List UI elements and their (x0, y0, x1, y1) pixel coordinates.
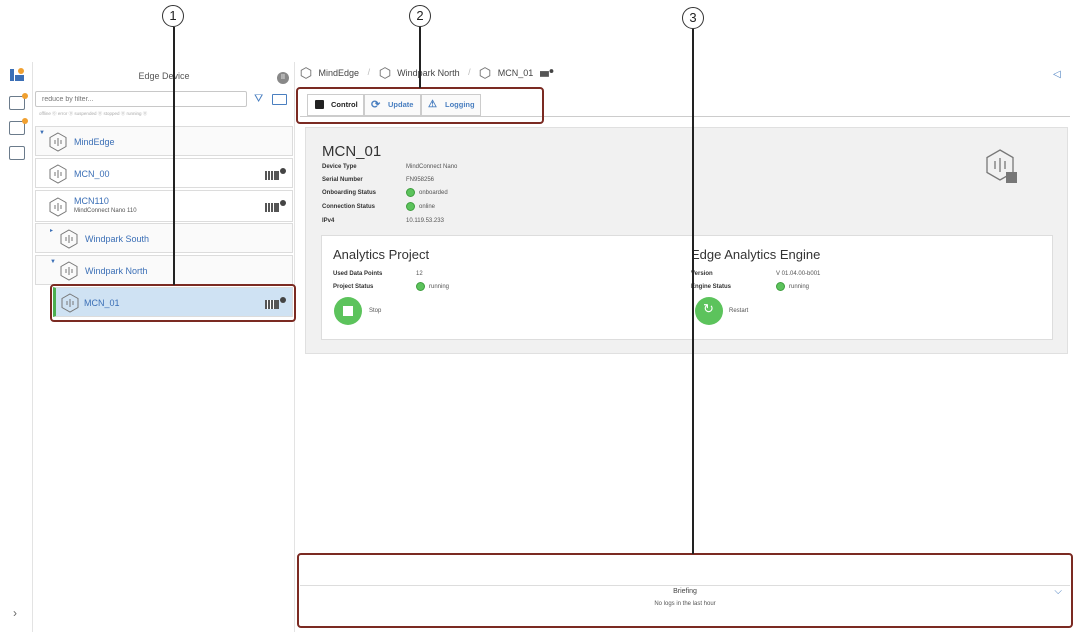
device-hex-icon (49, 197, 67, 217)
device-status-icon (539, 69, 554, 77)
prop-value: 10.119.53.233 (406, 218, 444, 224)
annotation-leader-2 (419, 27, 421, 88)
prop-value: running (416, 282, 449, 291)
stop-label: Stop (369, 308, 382, 314)
engine-title: Edge Analytics Engine (691, 247, 821, 262)
device-title: MCN_01 (322, 143, 382, 160)
tree-node-label: Windpark South (85, 234, 150, 244)
breadcrumb-item: MCN_01 (497, 68, 534, 78)
annotation-leader-1 (173, 27, 175, 285)
icon-rail: › (0, 62, 33, 632)
tree-node-label: MCN_00 (74, 169, 110, 179)
edge-hex-icon (60, 229, 78, 249)
prop-key: Project Status (333, 284, 374, 290)
breadcrumb: MindEdge / Windpark North / MCN_01 (300, 67, 558, 83)
pause-icon[interactable]: II (277, 72, 289, 84)
prop-value: V 01.04.00-b001 (776, 271, 821, 277)
breadcrumb-item[interactable]: MindEdge (319, 68, 360, 78)
status-legend: offline ⓪ error ⓪ suspended ⓪ stopped ⓪ … (39, 111, 148, 116)
connection-status: online (419, 204, 436, 211)
expand-caret-icon[interactable]: ▼ (39, 130, 45, 136)
panel-divider[interactable] (294, 62, 295, 632)
app-logo-icon[interactable] (9, 67, 25, 83)
device-status-icon (265, 200, 286, 212)
edge-hex-icon (49, 132, 67, 152)
annotation-box-tabs (296, 87, 544, 124)
annotation-marker-1: 1 (162, 5, 184, 27)
edge-hex-icon (300, 67, 312, 79)
prop-value: onboarded (406, 188, 448, 197)
status-dot-icon (406, 188, 415, 197)
tree-node-label: Windpark North (85, 266, 148, 276)
annotation-marker-3: 3 (682, 7, 704, 29)
prop-value: running (776, 282, 809, 291)
prop-key: Used Data Points (333, 271, 383, 277)
annotation-marker-2: 2 (409, 5, 431, 27)
prop-key: Version (691, 271, 713, 277)
prop-key: Engine Status (691, 284, 732, 290)
network-icon[interactable] (9, 146, 25, 160)
status-dot-icon (416, 282, 425, 291)
status-dot-icon (776, 282, 785, 291)
project-status: running (429, 284, 450, 291)
prop-key: Connection Status (322, 204, 376, 210)
edge-hex-icon (60, 261, 78, 281)
device-card: MCN_01 Device Type MindConnect Nano Seri… (305, 127, 1068, 354)
restart-button[interactable]: ↻ (695, 297, 723, 325)
breadcrumb-separator: / (367, 67, 371, 78)
tree-node-mindedge[interactable]: ▼ MindEdge (35, 126, 293, 156)
prop-key: Serial Number (322, 177, 363, 183)
announcement-icon[interactable]: ◁ (1053, 69, 1061, 80)
monitoring-icon[interactable] (9, 93, 28, 110)
tree-title: Edge Device (138, 71, 190, 81)
analytics-panel: Analytics Project Used Data Points 12 Pr… (321, 235, 1053, 340)
device-status-icon (265, 168, 286, 180)
onboarding-status: onboarded (419, 190, 448, 197)
restart-icon: ↻ (703, 301, 714, 316)
prop-value: online (406, 202, 435, 211)
tree-node-mcn-00[interactable]: MCN_00 (35, 158, 293, 188)
device-hex-icon (49, 164, 67, 184)
tree-node-windpark-north[interactable]: ▼ Windpark North (35, 255, 293, 285)
tree-node-mcn110[interactable]: MCN110 MindConnect Nano 110 (35, 190, 293, 222)
engine-status: running (789, 284, 810, 291)
device-large-icon (986, 149, 1017, 183)
prop-value: 12 (416, 271, 423, 277)
filter-input[interactable] (35, 91, 247, 107)
stop-icon (343, 306, 353, 316)
status-dot-icon (406, 202, 415, 211)
edge-hex-icon (379, 67, 390, 79)
breadcrumb-item[interactable]: Windpark North (397, 68, 460, 78)
tree-header: Edge Device II (33, 66, 295, 86)
expand-caret-icon[interactable]: ▼ (50, 259, 56, 265)
tree-node-subtitle: MindConnect Nano 110 (74, 208, 137, 214)
prop-key: Device Type (322, 164, 357, 170)
filter-icon[interactable]: ⛛ (254, 93, 263, 106)
prop-value: FN958256 (406, 177, 435, 183)
collapse-caret-icon[interactable]: ▸ (50, 227, 53, 234)
stop-button[interactable] (334, 297, 362, 325)
device-hex-icon (479, 67, 491, 79)
tree-node-label: MindEdge (74, 137, 115, 147)
expand-rail-button[interactable]: › (13, 606, 17, 620)
analytics-icon[interactable] (9, 118, 28, 135)
prop-value: MindConnect Nano (406, 164, 458, 170)
annotation-box-logs (297, 553, 1073, 628)
tree-node-windpark-south[interactable]: ▸ Windpark South (35, 223, 293, 253)
device-tree-panel: Edge Device II ⛛ offline ⓪ error ⓪ suspe… (33, 62, 295, 632)
annotation-box-tree-node (50, 284, 296, 322)
breadcrumb-separator: / (468, 67, 471, 78)
analytics-project-title: Analytics Project (333, 247, 430, 262)
restart-label: Restart (729, 308, 749, 314)
prop-key: IPv4 (322, 218, 335, 224)
device-view-icon[interactable] (272, 94, 287, 105)
prop-key: Onboarding Status (322, 190, 376, 196)
annotation-leader-3 (692, 29, 694, 554)
